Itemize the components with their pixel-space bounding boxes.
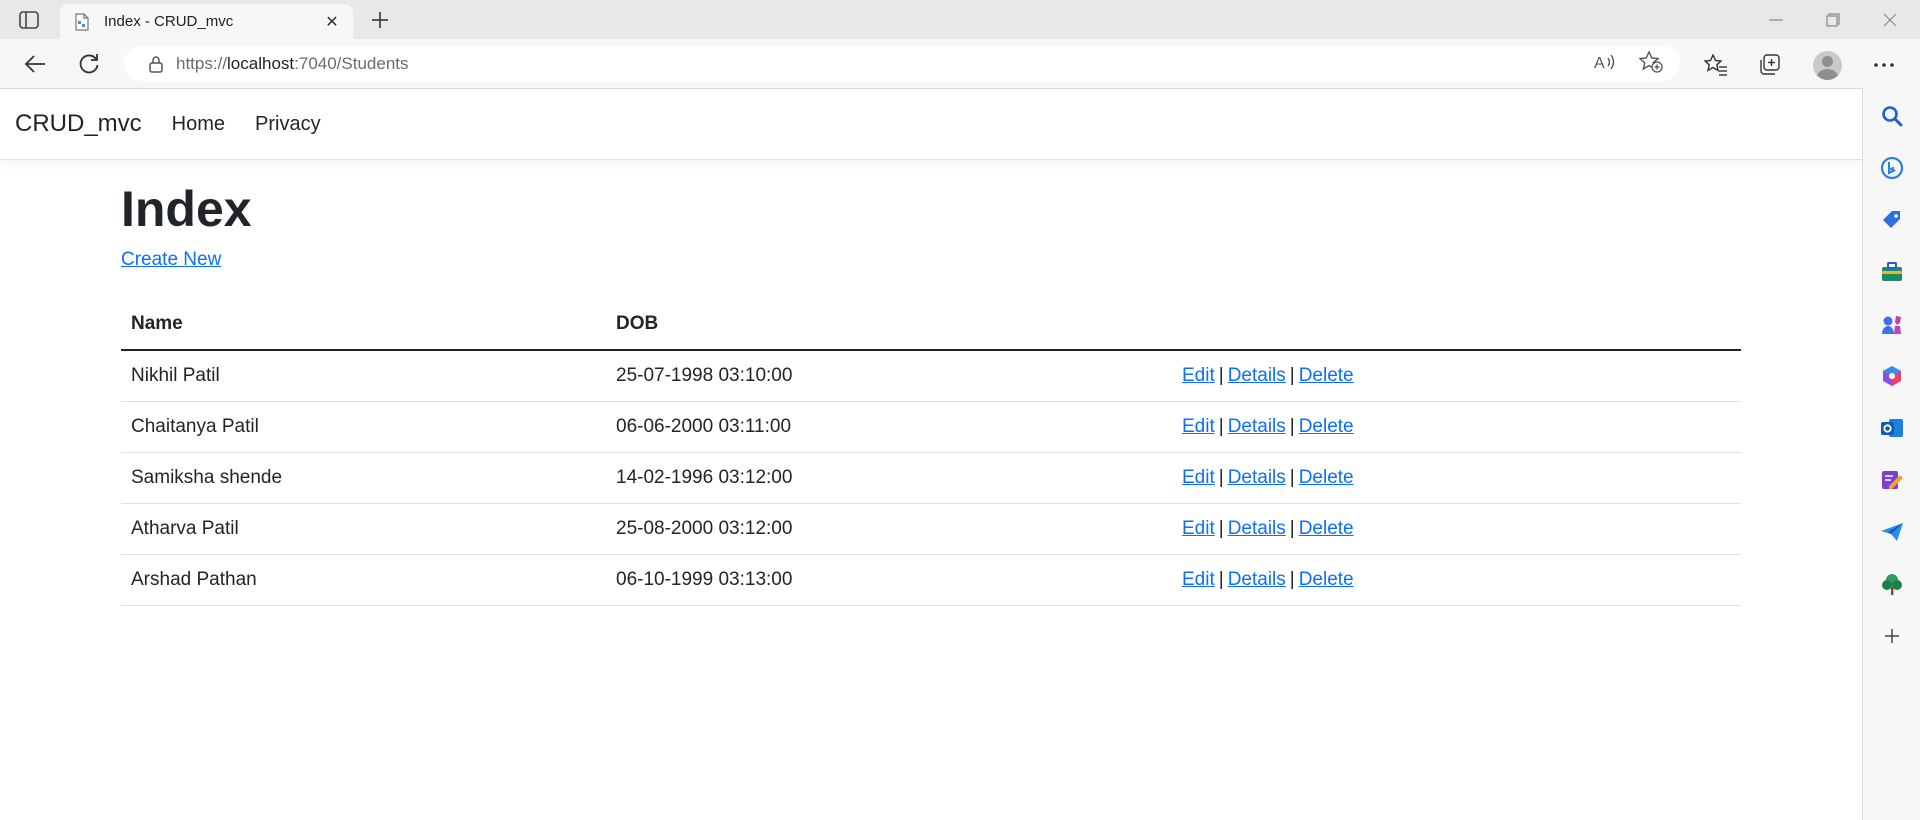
games-icon[interactable] [1878, 310, 1906, 338]
tab-title: Index - CRUD_mvc [104, 13, 234, 30]
row-actions-cell: Edit | Details | Delete [1172, 401, 1741, 453]
more-options-icon[interactable] [1868, 49, 1900, 81]
students-table: Name DOB Nikhil Patil 25-07-1998 03:10:00… [121, 299, 1741, 606]
new-tab-icon[interactable] [365, 6, 395, 34]
tree-icon[interactable] [1878, 570, 1906, 598]
browser-tab-active[interactable]: Index - CRUD_mvc ✕ [60, 4, 353, 39]
delete-link[interactable]: Delete [1299, 365, 1354, 386]
student-name-cell: Nikhil Patil [121, 350, 606, 402]
main-content: Index Create New Name DOB Nikhil Patil 25… [121, 160, 1741, 606]
column-header-name: Name [121, 299, 606, 351]
send-icon[interactable] [1878, 518, 1906, 546]
details-link[interactable]: Details [1228, 365, 1286, 386]
favorites-icon[interactable] [1700, 49, 1732, 81]
row-actions-cell: Edit | Details | Delete [1172, 503, 1741, 555]
edit-link[interactable]: Edit [1182, 416, 1215, 437]
student-name-cell: Samiksha shende [121, 452, 606, 504]
outlook-icon[interactable] [1878, 414, 1906, 442]
edit-link[interactable]: Edit [1182, 467, 1215, 488]
refresh-icon[interactable] [74, 50, 104, 78]
student-dob-cell: 06-06-2000 03:11:00 [606, 401, 1172, 453]
page-title: Index [121, 181, 252, 237]
minimize-icon[interactable] [1748, 0, 1804, 39]
edge-sidebar [1862, 88, 1920, 820]
svg-text:A: A [1594, 55, 1605, 72]
page-viewport: CRUD_mvc Home Privacy Index Create New N… [0, 88, 1862, 820]
action-separator: | [1218, 466, 1224, 488]
column-header-dob: DOB [606, 299, 1172, 351]
column-header-actions [1172, 299, 1741, 351]
details-link[interactable]: Details [1228, 569, 1286, 590]
student-name-cell: Arshad Pathan [121, 554, 606, 606]
lock-icon[interactable] [146, 54, 166, 74]
bing-chat-icon[interactable] [1878, 154, 1906, 182]
browser-tab-bar: Index - CRUD_mvc ✕ [0, 0, 1920, 39]
shopping-icon[interactable] [1878, 206, 1906, 234]
table-row: Atharva Patil 25-08-2000 03:12:00 Edit | Det… [121, 503, 1741, 555]
student-dob-cell: 25-07-1998 03:10:00 [606, 350, 1172, 402]
action-separator: | [1218, 364, 1224, 386]
close-window-icon[interactable] [1862, 0, 1918, 39]
delete-link[interactable]: Delete [1299, 569, 1354, 590]
action-separator: | [1218, 517, 1224, 539]
edit-link[interactable]: Edit [1182, 518, 1215, 539]
row-actions-cell: Edit | Details | Delete [1172, 350, 1741, 402]
tab-actions-icon[interactable] [14, 8, 44, 32]
edit-link[interactable]: Edit [1182, 569, 1215, 590]
action-separator: | [1289, 364, 1295, 386]
delete-link[interactable]: Delete [1299, 518, 1354, 539]
action-separator: | [1289, 517, 1295, 539]
table-row: Samiksha shende 14-02-1996 03:12:00 Edit | D… [121, 452, 1741, 504]
student-name-cell: Atharva Patil [121, 503, 606, 555]
nav-link-home[interactable]: Home [172, 113, 225, 136]
row-actions-cell: Edit | Details | Delete [1172, 452, 1741, 504]
read-aloud-icon[interactable]: A [1590, 47, 1620, 77]
create-new-link[interactable]: Create New [121, 249, 221, 271]
restore-icon[interactable] [1805, 0, 1861, 39]
action-separator: | [1218, 415, 1224, 437]
student-dob-cell: 06-10-1999 03:13:00 [606, 554, 1172, 606]
collections-icon[interactable] [1754, 49, 1786, 81]
browser-toolbar: https://localhost:7040/Students A [0, 39, 1920, 88]
site-navbar: CRUD_mvc Home Privacy [0, 89, 1862, 160]
details-link[interactable]: Details [1228, 467, 1286, 488]
table-header-row: Name DOB [121, 299, 1741, 351]
table-row: Nikhil Patil 25-07-1998 03:10:00 Edit | Deta… [121, 350, 1741, 402]
search-icon[interactable] [1878, 102, 1906, 130]
action-separator: | [1289, 415, 1295, 437]
address-bar[interactable]: https://localhost:7040/Students [124, 46, 1680, 81]
action-separator: | [1289, 466, 1295, 488]
url-text: https://localhost:7040/Students [176, 53, 409, 73]
details-link[interactable]: Details [1228, 416, 1286, 437]
nav-link-privacy[interactable]: Privacy [255, 113, 321, 136]
page-favicon-icon [74, 12, 90, 31]
tab-close-icon[interactable]: ✕ [319, 9, 345, 35]
designer-icon[interactable] [1878, 466, 1906, 494]
profile-avatar[interactable] [1813, 51, 1842, 80]
add-icon[interactable] [1878, 622, 1906, 650]
delete-link[interactable]: Delete [1299, 467, 1354, 488]
back-icon[interactable] [20, 50, 50, 78]
add-favorite-icon[interactable] [1636, 47, 1666, 77]
site-brand-link[interactable]: CRUD_mvc [15, 110, 142, 138]
student-name-cell: Chaitanya Patil [121, 401, 606, 453]
edit-link[interactable]: Edit [1182, 365, 1215, 386]
student-dob-cell: 25-08-2000 03:12:00 [606, 503, 1172, 555]
row-actions-cell: Edit | Details | Delete [1172, 554, 1741, 606]
details-link[interactable]: Details [1228, 518, 1286, 539]
student-dob-cell: 14-02-1996 03:12:00 [606, 452, 1172, 504]
action-separator: | [1218, 568, 1224, 590]
action-separator: | [1289, 568, 1295, 590]
table-row: Arshad Pathan 06-10-1999 03:13:00 Edit | Det… [121, 554, 1741, 606]
delete-link[interactable]: Delete [1299, 416, 1354, 437]
tools-icon[interactable] [1878, 258, 1906, 286]
office-icon[interactable] [1878, 362, 1906, 390]
table-row: Chaitanya Patil 06-06-2000 03:11:00 Edit | D… [121, 401, 1741, 453]
